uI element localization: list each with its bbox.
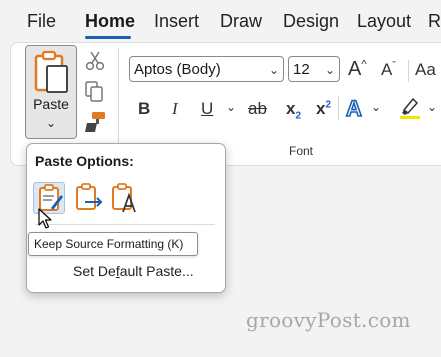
paste-options-menu: Paste Options: Set Default Paste... — [26, 143, 226, 293]
text-effects-button[interactable]: A — [345, 95, 362, 122]
italic-button[interactable]: I — [172, 99, 178, 119]
superscript-mark: 2 — [325, 99, 332, 111]
caret-down-icon: ˇ — [392, 60, 396, 72]
font-family-value: Aptos (Body) — [134, 61, 221, 78]
font-group-label: Font — [289, 144, 314, 158]
group-separator — [118, 48, 119, 148]
tooltip: Keep Source Formatting (K) — [28, 232, 198, 256]
highlighter-icon[interactable] — [398, 96, 422, 120]
menu-draw[interactable]: Draw — [220, 11, 262, 32]
menu-bar: File Home Insert Draw Design Layout R — [0, 0, 441, 40]
menu-insert[interactable]: Insert — [154, 11, 199, 32]
font-family-select[interactable]: Aptos (Body) ⌄ — [129, 56, 284, 82]
text-effects-chevron-icon[interactable]: ⌄ — [371, 100, 381, 114]
underline-button[interactable]: U — [201, 99, 213, 119]
chevron-down-icon[interactable]: ⌄ — [26, 116, 76, 130]
merge-formatting-option[interactable] — [73, 182, 105, 214]
active-tab-indicator — [85, 36, 131, 39]
bold-button[interactable]: B — [138, 99, 150, 119]
merge-formatting-icon — [76, 183, 103, 210]
menu-home[interactable]: Home — [85, 11, 135, 32]
mouse-cursor-icon — [38, 208, 52, 229]
caret-up-icon: ^ — [361, 58, 367, 71]
clear-formatting-button[interactable]: Aa — [415, 60, 436, 80]
strikethrough-button[interactable]: ab — [248, 99, 267, 119]
underline-chevron-icon[interactable]: ⌄ — [226, 100, 236, 114]
superscript-button[interactable]: x2 — [316, 99, 331, 119]
grow-font-button[interactable]: A^ — [348, 58, 367, 81]
scissors-icon[interactable] — [84, 50, 106, 72]
subscript-mark: 2 — [295, 110, 302, 122]
grow-font-label: A — [348, 58, 362, 80]
clipboard-icon — [34, 50, 68, 93]
paste-label: Paste — [33, 96, 69, 112]
set-default-text-b: ault Paste... — [119, 263, 194, 279]
divider — [408, 60, 409, 82]
menu-separator — [35, 224, 215, 225]
menu-file[interactable]: File — [27, 11, 56, 32]
watermark: groovyPost.com — [246, 308, 411, 332]
keep-text-only-option[interactable] — [109, 182, 141, 214]
paste-button[interactable]: Paste ⌄ — [25, 45, 77, 139]
divider — [338, 96, 339, 120]
shrink-font-label: A — [381, 60, 393, 79]
copy-icon[interactable] — [83, 80, 105, 104]
format-painter-icon[interactable] — [83, 110, 107, 134]
set-default-text-a: Set De — [73, 263, 116, 279]
font-size-select[interactable]: 12 ⌄ — [288, 56, 340, 82]
subscript-button[interactable]: x2 — [286, 99, 301, 121]
highlight-chevron-icon[interactable]: ⌄ — [427, 100, 437, 114]
keep-text-only-icon — [112, 183, 136, 213]
paste-options-title: Paste Options: — [35, 153, 134, 169]
font-size-value: 12 — [293, 61, 310, 78]
menu-layout[interactable]: Layout — [357, 11, 411, 32]
menu-design[interactable]: Design — [283, 11, 339, 32]
chevron-down-icon: ⌄ — [324, 63, 335, 77]
shrink-font-button[interactable]: Aˇ — [381, 60, 396, 80]
chevron-down-icon: ⌄ — [268, 63, 279, 77]
menu-references[interactable]: R — [428, 11, 441, 32]
set-default-paste-item[interactable]: Set Default Paste... — [73, 263, 194, 279]
